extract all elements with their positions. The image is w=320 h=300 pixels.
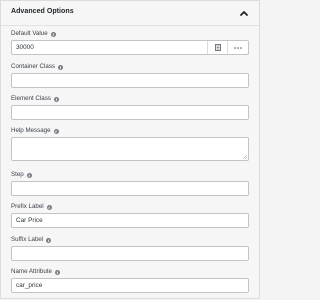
help-message-field: Help Message i bbox=[11, 127, 249, 163]
resize-handle-icon[interactable] bbox=[242, 154, 247, 159]
name-attribute-input[interactable]: car_price bbox=[11, 278, 249, 293]
advanced-options-panel: Advanced Options Default Value i 30000 C… bbox=[0, 0, 260, 299]
step-input[interactable] bbox=[11, 181, 249, 196]
suffix-label-label: Suffix Label i bbox=[11, 236, 52, 243]
info-icon[interactable]: i bbox=[46, 237, 52, 243]
section-header[interactable]: Advanced Options bbox=[1, 1, 259, 26]
ellipsis-icon bbox=[234, 46, 242, 49]
step-label: Step i bbox=[11, 171, 32, 178]
info-icon[interactable]: i bbox=[58, 64, 64, 70]
info-icon[interactable]: i bbox=[46, 204, 52, 210]
info-icon[interactable]: i bbox=[26, 172, 32, 178]
step-field: Step i bbox=[11, 171, 249, 197]
element-class-label: Element Class i bbox=[11, 95, 59, 102]
default-value-label: Default Value i bbox=[11, 30, 56, 37]
container-class-input[interactable] bbox=[11, 73, 249, 88]
info-icon[interactable]: i bbox=[54, 269, 60, 275]
shortcodes-button[interactable] bbox=[207, 41, 228, 54]
element-class-field: Element Class i bbox=[11, 95, 249, 121]
element-class-input[interactable] bbox=[11, 105, 249, 120]
container-class-field: Container Class i bbox=[11, 63, 249, 89]
help-message-textarea[interactable] bbox=[11, 137, 249, 161]
chevron-up-icon[interactable] bbox=[239, 9, 249, 17]
prefix-label-field: Prefix Label i Car Price bbox=[11, 203, 249, 229]
section-title: Advanced Options bbox=[11, 8, 74, 15]
prefix-label-label: Prefix Label i bbox=[11, 203, 52, 210]
default-value-field: Default Value i 30000 bbox=[11, 30, 249, 56]
suffix-label-input[interactable] bbox=[11, 246, 249, 261]
name-attribute-field: Name Attribute i car_price bbox=[11, 268, 249, 294]
more-options-button[interactable] bbox=[227, 41, 248, 54]
name-attribute-label: Name Attribute i bbox=[11, 268, 60, 275]
document-list-icon bbox=[215, 44, 221, 51]
default-value-input[interactable]: 30000 bbox=[11, 40, 249, 55]
help-message-label: Help Message i bbox=[11, 127, 59, 134]
prefix-label-input[interactable]: Car Price bbox=[11, 213, 249, 228]
info-icon[interactable]: i bbox=[50, 31, 56, 37]
suffix-label-field: Suffix Label i bbox=[11, 236, 249, 262]
info-icon[interactable]: i bbox=[53, 128, 59, 134]
info-icon[interactable]: i bbox=[53, 96, 59, 102]
container-class-label: Container Class i bbox=[11, 63, 64, 70]
